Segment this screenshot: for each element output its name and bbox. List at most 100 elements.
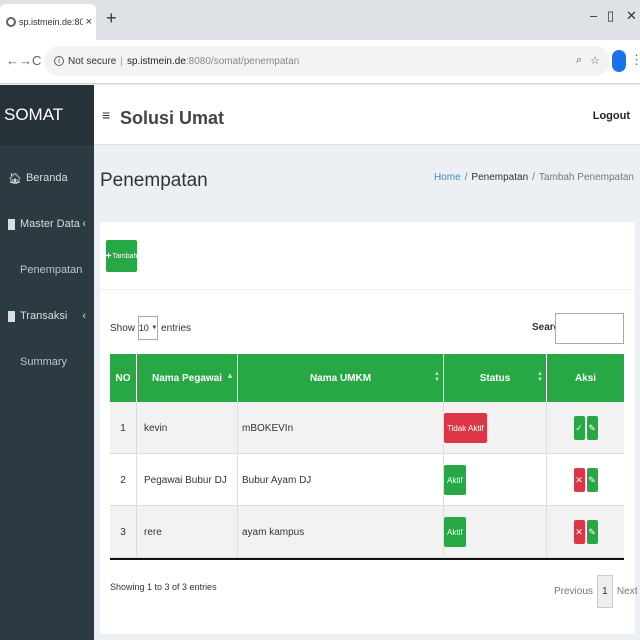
top-header: ≡ Solusi Umat Logout [94, 85, 640, 145]
plus-icon: + [105, 250, 112, 262]
col-header-nama-pegawai[interactable]: Nama Pegawai ▲ [137, 354, 238, 402]
cell-no: 3 [110, 506, 137, 558]
edit-button[interactable]: ✎ [586, 468, 598, 492]
chevron-left-icon: ‹ [82, 310, 86, 322]
browser-tab[interactable]: sp.istmein.de:8080/somat/penem × [0, 4, 96, 40]
cell-aksi: ✕ ✎ [547, 506, 624, 558]
sidebar-item-label: Penempatan [20, 264, 83, 276]
sort-asc-icon: ▲ [226, 371, 234, 380]
forward-button[interactable]: → [19, 53, 32, 68]
add-button[interactable]: + Tambah [106, 240, 137, 272]
menu-toggle-icon[interactable]: ≡ [102, 107, 110, 123]
col-header-nama-umkm[interactable]: Nama UMKM ▲▼ [238, 354, 444, 402]
cell-pegawai: kevin [137, 402, 238, 454]
cell-pegawai: rere [137, 506, 238, 558]
cell-umkm: ayam kampus [238, 506, 444, 558]
site-title: Solusi Umat [120, 108, 225, 128]
cell-no: 1 [110, 402, 137, 454]
box-header: + Tambah [100, 222, 635, 290]
table-row: 3 rere ayam kampus Aktif ✕ ✎ [110, 506, 624, 558]
brand-logo[interactable]: SOMAT [0, 85, 94, 145]
browser-menu-icon[interactable]: ⋮ [630, 52, 640, 68]
previous-page-button[interactable]: Previous [554, 586, 593, 597]
sidebar-item-label: Beranda [25, 172, 68, 184]
cell-no: 2 [110, 454, 137, 506]
sidebar-item-transaksi[interactable]: Transaksi ‹ [0, 293, 94, 339]
star-icon[interactable]: ☆ [590, 54, 600, 67]
profile-icon[interactable] [612, 50, 626, 72]
file-icon [8, 310, 15, 322]
page-title: Penempatan [100, 170, 208, 191]
length-select[interactable]: 10 ▼ [138, 316, 159, 340]
sort-icon: ▲▼ [537, 371, 543, 383]
table-bottom-border [110, 558, 624, 560]
page-1-button[interactable]: 1 [596, 575, 613, 608]
table-header: NO Nama Pegawai ▲ Nama UMKM ▲▼ Status ▲▼… [110, 354, 624, 402]
table-row: 2 Pegawai Bubur DJ Bubur Ayam DJ Aktif ✕… [110, 454, 624, 506]
status-badge: Aktif [444, 517, 466, 547]
address-bar: ← → C i Not secure | sp.istmein.de :8080… [0, 40, 640, 84]
cell-umkm: mBOKEVIn [238, 402, 444, 454]
home-icon: 🏠︎ [8, 172, 22, 185]
cell-status: Aktif [444, 454, 547, 506]
minimize-button[interactable]: – [590, 8, 597, 23]
col-header-aksi: Aksi [574, 372, 597, 384]
deactivate-button[interactable]: ✕ [573, 520, 585, 544]
globe-icon [6, 17, 16, 27]
back-button[interactable]: ← [6, 53, 19, 68]
pagination: Previous 1 Next [554, 575, 637, 608]
security-label: Not secure [68, 55, 117, 67]
sidebar-item-master-data[interactable]: Master Data ‹ [0, 201, 94, 247]
breadcrumb-current: Tambah Penempatan [538, 172, 634, 183]
add-button-label: Tambah [112, 252, 138, 260]
breadcrumb: Home / Penempatan / Tambah Penempatan [434, 172, 634, 183]
breadcrumb-separator: / [464, 172, 468, 183]
sidebar-item-penempatan[interactable]: Penempatan [0, 247, 94, 293]
show-label: Show [110, 322, 136, 334]
reload-button[interactable]: C [32, 53, 41, 68]
zoom-icon[interactable]: ⌕ [576, 54, 582, 67]
cell-aksi: ✓ ✎ [547, 402, 624, 454]
new-tab-button[interactable]: + [106, 8, 117, 29]
sidebar: SOMAT 🏠︎ Beranda Master Data ‹ Penempata… [0, 85, 94, 640]
col-header-no[interactable]: NO [110, 354, 137, 402]
browser-tabbar: sp.istmein.de:8080/somat/penem × + – ▯ ✕ [0, 0, 640, 40]
sidebar-item-summary[interactable]: Summary [0, 339, 94, 385]
tab-close-icon[interactable]: × [86, 16, 92, 28]
sidebar-item-label: Transaksi [20, 310, 68, 322]
maximize-button[interactable]: ▯ [607, 8, 614, 24]
close-window-button[interactable]: ✕ [626, 8, 637, 24]
logout-link[interactable]: Logout [593, 110, 630, 122]
activate-button[interactable]: ✓ [573, 416, 585, 440]
breadcrumb-home[interactable]: Home [434, 172, 461, 183]
sidebar-item-beranda[interactable]: 🏠︎ Beranda [0, 155, 94, 201]
sidebar-item-label: Master Data [20, 218, 80, 230]
status-badge: Tidak Aktif [444, 413, 487, 443]
chevron-left-icon: ‹ [82, 218, 86, 230]
info-icon[interactable]: i [54, 56, 64, 66]
table-row: 1 kevin mBOKEVIn Tidak Aktif ✓ ✎ [110, 402, 624, 454]
sidebar-item-label: Summary [20, 356, 68, 368]
cell-status: Tidak Aktif [444, 402, 547, 454]
tab-title: sp.istmein.de:8080/somat/penem [19, 17, 83, 27]
status-badge: Aktif [444, 465, 466, 495]
cell-aksi: ✕ ✎ [547, 454, 624, 506]
col-header-status[interactable]: Status ▲▼ [444, 354, 547, 402]
entries-label: entries [161, 322, 192, 334]
url-input[interactable]: i Not secure | sp.istmein.de :8080/somat… [44, 46, 610, 76]
deactivate-button[interactable]: ✕ [573, 468, 585, 492]
table-info: Showing 1 to 3 of 3 entries [110, 582, 217, 592]
edit-button[interactable]: ✎ [586, 416, 598, 440]
next-page-button[interactable]: Next [617, 586, 638, 597]
url-host: sp.istmein.de [126, 55, 186, 67]
search-input[interactable] [555, 313, 624, 344]
edit-button[interactable]: ✎ [586, 520, 598, 544]
sort-icon: ▲▼ [434, 371, 440, 383]
breadcrumb-penempatan[interactable]: Penempatan [471, 172, 528, 183]
cell-pegawai: Pegawai Bubur DJ [137, 454, 238, 506]
file-icon [8, 218, 15, 230]
url-path: :8080/somat/penempatan [185, 55, 300, 67]
length-control: Show 10 ▼ entries [110, 316, 191, 340]
url-divider: | [120, 55, 123, 67]
cell-status: Aktif [444, 506, 547, 558]
